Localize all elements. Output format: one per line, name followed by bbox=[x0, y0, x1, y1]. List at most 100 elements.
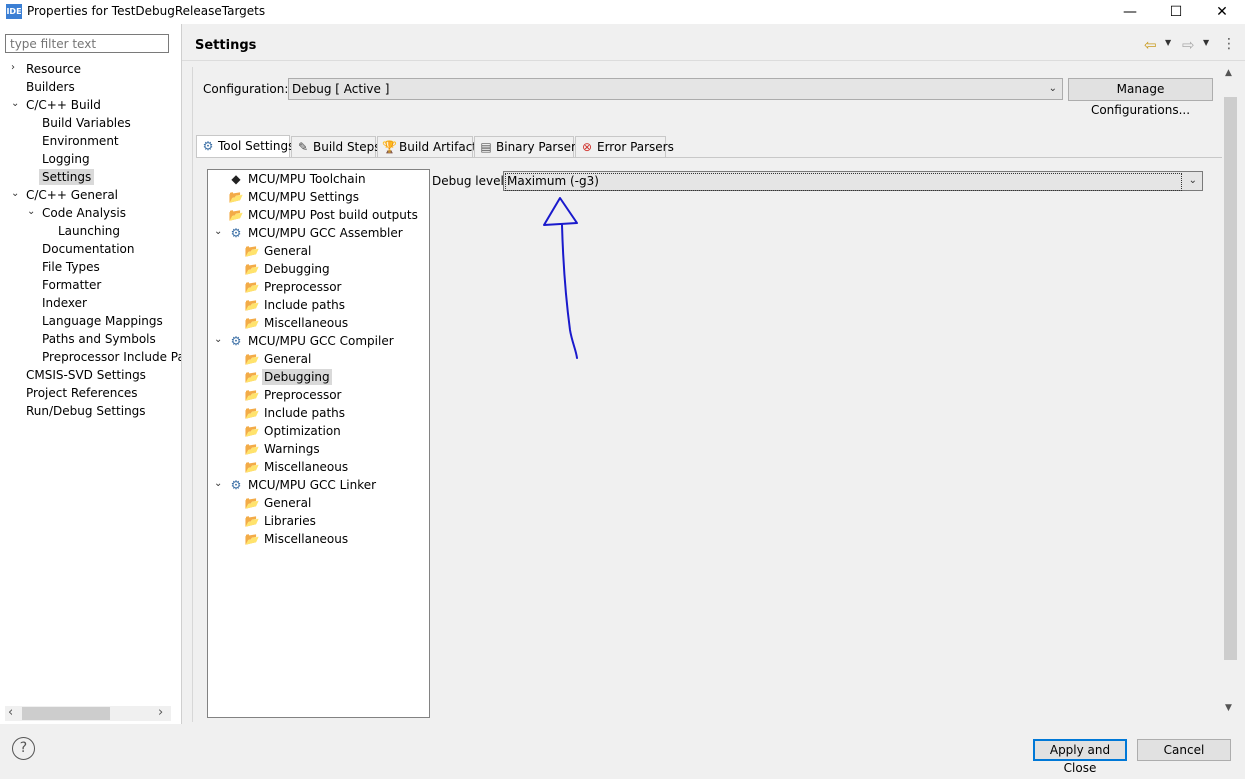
tree-item[interactable]: MCU/MPU Post build outputs bbox=[248, 207, 418, 223]
sidebar-item[interactable]: Launching bbox=[58, 223, 120, 239]
folder-icon: 📂 bbox=[244, 280, 260, 294]
tab-error-parsers[interactable]: ⊗ Error Parsers bbox=[575, 136, 674, 157]
tab-label: Error Parsers bbox=[597, 140, 674, 154]
tree-item[interactable]: MCU/MPU Settings bbox=[248, 189, 359, 205]
chevron-down-icon[interactable]: ⌄ bbox=[214, 334, 222, 345]
sidebar-item[interactable]: Settings bbox=[39, 169, 95, 185]
tree-item[interactable]: MCU/MPU GCC Compiler bbox=[248, 333, 394, 349]
scroll-up-icon[interactable]: ▲ bbox=[1225, 68, 1232, 78]
chevron-down-icon[interactable]: ⌄ bbox=[11, 188, 19, 199]
tree-item[interactable]: Miscellaneous bbox=[264, 315, 348, 331]
scroll-right-icon[interactable]: › bbox=[158, 705, 163, 720]
tree-item[interactable]: General bbox=[264, 351, 311, 367]
tab-tool-settings[interactable]: ⚙ Tool Settings bbox=[196, 135, 294, 158]
chevron-down-icon: ⌄ bbox=[1188, 175, 1197, 186]
sidebar-item[interactable]: Logging bbox=[42, 151, 90, 167]
tree-item[interactable]: General bbox=[264, 243, 311, 259]
folder-icon: 📂 bbox=[244, 262, 260, 276]
maximize-button[interactable]: ☐ bbox=[1153, 0, 1199, 24]
app-icon: IDE bbox=[6, 4, 22, 19]
manage-configurations-button[interactable]: Manage Configurations... bbox=[1068, 78, 1213, 117]
page-scroll-thumb[interactable] bbox=[1224, 97, 1237, 660]
sidebar-item[interactable]: Language Mappings bbox=[42, 313, 163, 329]
sidebar-item[interactable]: Environment bbox=[42, 133, 119, 149]
tab-icon: ⊗ bbox=[581, 140, 593, 154]
folder-icon: 📂 bbox=[244, 460, 260, 474]
apply-and-close-button[interactable]: Apply and Close bbox=[1033, 739, 1127, 775]
sidebar-item[interactable]: Run/Debug Settings bbox=[26, 403, 146, 419]
tree-item[interactable]: Warnings bbox=[264, 441, 320, 457]
help-icon[interactable]: ? bbox=[12, 737, 35, 760]
tree-item[interactable]: Preprocessor bbox=[264, 279, 341, 295]
sidebar-item[interactable]: Paths and Symbols bbox=[42, 331, 156, 347]
tree-item[interactable]: Optimization bbox=[264, 423, 341, 439]
sidebar-item[interactable]: C/C++ General bbox=[26, 187, 118, 203]
folder-icon: 📂 bbox=[244, 532, 260, 546]
tree-item[interactable]: General bbox=[264, 495, 311, 511]
scroll-down-icon[interactable]: ▼ bbox=[1225, 703, 1232, 713]
view-menu-icon[interactable]: ⋮ bbox=[1222, 36, 1236, 52]
tab-binary-parsers[interactable]: ▤ Binary Parsers bbox=[474, 136, 582, 157]
forward-dropdown-icon[interactable]: ▼ bbox=[1203, 38, 1209, 47]
tree-item[interactable]: Miscellaneous bbox=[264, 531, 348, 547]
chevron-right-icon[interactable]: › bbox=[11, 62, 15, 73]
gear-icon: ⚙ bbox=[230, 478, 242, 492]
forward-arrow-icon[interactable]: ⇨ bbox=[1182, 36, 1195, 54]
folder-icon: 📂 bbox=[244, 406, 260, 420]
tree-item[interactable]: Debugging bbox=[264, 261, 330, 277]
chevron-down-icon[interactable]: ⌄ bbox=[214, 478, 222, 489]
configuration-value: Debug [ Active ] bbox=[292, 82, 390, 96]
sidebar-item[interactable]: Builders bbox=[26, 79, 75, 95]
tree-item[interactable]: Libraries bbox=[264, 513, 316, 529]
sidebar-item[interactable]: File Types bbox=[42, 259, 100, 275]
back-arrow-icon[interactable]: ⇦ bbox=[1144, 36, 1157, 54]
tree-item[interactable]: Include paths bbox=[264, 297, 345, 313]
chevron-down-icon[interactable]: ⌄ bbox=[11, 98, 19, 109]
configuration-label: Configuration: bbox=[203, 82, 289, 96]
chevron-down-icon[interactable]: ⌄ bbox=[27, 206, 35, 217]
close-button[interactable]: ✕ bbox=[1199, 0, 1245, 24]
sidebar-item[interactable]: CMSIS-SVD Settings bbox=[26, 367, 146, 383]
sidebar-item[interactable]: Documentation bbox=[42, 241, 135, 257]
debug-level-select[interactable]: Maximum (-g3) ⌄ bbox=[503, 171, 1203, 191]
tab-label: Tool Settings bbox=[218, 139, 295, 153]
tree-item[interactable]: MCU/MPU GCC Linker bbox=[248, 477, 376, 493]
tab-icon: ✎ bbox=[297, 140, 309, 154]
filter-input[interactable] bbox=[5, 34, 169, 53]
debug-level-label: Debug level bbox=[432, 174, 504, 188]
tab-icon: ▤ bbox=[480, 140, 492, 154]
tree-item[interactable]: MCU/MPU Toolchain bbox=[248, 171, 366, 187]
sidebar-item[interactable]: Indexer bbox=[42, 295, 87, 311]
tree-item[interactable]: Preprocessor bbox=[264, 387, 341, 403]
tree-item[interactable]: Debugging bbox=[262, 369, 332, 385]
sidebar-item[interactable]: Formatter bbox=[42, 277, 101, 293]
sidebar-item[interactable]: C/C++ Build bbox=[26, 97, 101, 113]
tree-item[interactable]: Miscellaneous bbox=[264, 459, 348, 475]
folder-icon: 📂 bbox=[244, 514, 260, 528]
tree-item[interactable]: MCU/MPU GCC Assembler bbox=[248, 225, 403, 241]
sidebar-item[interactable]: Resource bbox=[26, 61, 81, 77]
sidebar-item[interactable]: Preprocessor Include Pat bbox=[42, 349, 190, 365]
tab-build-artifact[interactable]: 🏆 Build Artifact bbox=[377, 136, 477, 157]
folder-icon: 📂 bbox=[244, 388, 260, 402]
focus-ring bbox=[505, 173, 1182, 191]
folder-icon: 📂 bbox=[228, 190, 244, 204]
scroll-left-icon[interactable]: ‹ bbox=[8, 705, 13, 720]
nav-scroll-thumb[interactable] bbox=[22, 707, 110, 720]
folder-icon: 📂 bbox=[228, 208, 244, 222]
chevron-down-icon[interactable]: ⌄ bbox=[214, 226, 222, 237]
tree-item[interactable]: Include paths bbox=[264, 405, 345, 421]
tab-build-steps[interactable]: ✎ Build Steps bbox=[291, 136, 381, 157]
sidebar-item[interactable]: Code Analysis bbox=[42, 205, 126, 221]
folder-icon: 📂 bbox=[244, 496, 260, 510]
back-dropdown-icon[interactable]: ▼ bbox=[1165, 38, 1171, 47]
sidebar-item[interactable]: Build Variables bbox=[42, 115, 131, 131]
folder-icon: 📂 bbox=[244, 442, 260, 456]
tab-separator bbox=[196, 157, 1222, 158]
configuration-select[interactable]: Debug [ Active ] ⌄ bbox=[288, 78, 1063, 100]
cancel-button[interactable]: Cancel bbox=[1137, 739, 1231, 761]
minimize-button[interactable]: — bbox=[1107, 0, 1153, 24]
folder-icon: 📂 bbox=[244, 316, 260, 330]
sidebar-item[interactable]: Project References bbox=[26, 385, 138, 401]
page-title: Settings bbox=[195, 38, 257, 53]
